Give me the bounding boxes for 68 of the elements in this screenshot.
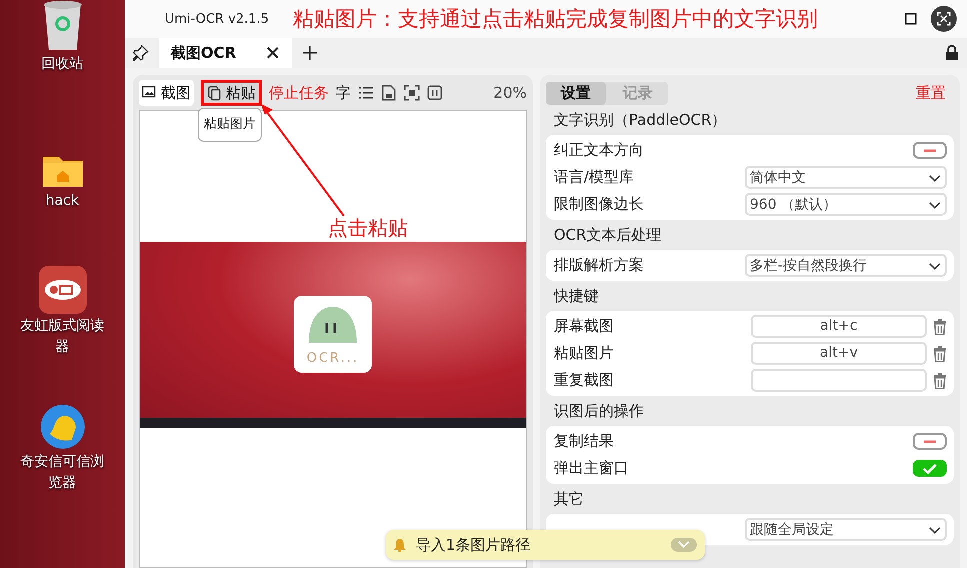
- setting-label: 屏幕截图: [554, 317, 614, 336]
- setting-label: 限制图像边长: [554, 195, 644, 214]
- toggle-switch[interactable]: [913, 142, 947, 159]
- hotkey-field[interactable]: [751, 369, 927, 392]
- section-heading: 快捷键: [552, 286, 600, 307]
- setting-label: 纠正文本方向: [554, 141, 644, 160]
- panel-icon[interactable]: [427, 85, 443, 101]
- toggle-switch[interactable]: [913, 460, 947, 477]
- section-heading: OCR文本后处理: [553, 225, 663, 246]
- clipboard-icon: [207, 85, 223, 101]
- setting-label: 复制结果: [554, 432, 614, 451]
- check-icon: [923, 464, 937, 474]
- section-heading: 其它: [553, 489, 585, 510]
- reader-app-icon[interactable]: [38, 266, 86, 314]
- hotkey-field[interactable]: alt+v: [751, 342, 927, 365]
- list-icon[interactable]: [358, 85, 374, 101]
- dropdown[interactable]: 多栏-按自然段换行: [745, 254, 947, 277]
- stop-task-button[interactable]: 停止任务: [269, 84, 329, 102]
- hotkey-field[interactable]: alt+c: [751, 315, 927, 338]
- setting-label: 弹出主窗口: [554, 459, 629, 478]
- file-icon[interactable]: [381, 85, 397, 101]
- dropdown[interactable]: 简体中文: [745, 166, 947, 189]
- chevron-icon: [928, 200, 942, 210]
- desktop-icon-label[interactable]: hack: [46, 191, 80, 212]
- settings-tab[interactable]: 设置: [546, 82, 606, 104]
- annotation-text: 点击粘贴: [328, 215, 408, 242]
- document-tab[interactable]: 截图OCR: [159, 38, 292, 68]
- minus-icon: [924, 148, 936, 152]
- dropdown[interactable]: 跟随全局设定: [745, 518, 947, 541]
- section-heading: 识图后的操作: [553, 401, 645, 422]
- trash-icon[interactable]: [933, 346, 947, 362]
- collapse-toggle-icon[interactable]: [671, 538, 697, 552]
- chevron-icon: [928, 172, 942, 182]
- loading-status: OCR...: [306, 351, 360, 366]
- add-tab-icon[interactable]: [302, 45, 318, 61]
- paste-button[interactable]: 粘贴: [201, 80, 262, 106]
- zoom-level: 20%: [494, 84, 527, 102]
- setting-label: 重复截图: [554, 371, 614, 390]
- pin-icon[interactable]: [133, 45, 149, 61]
- tab-label[interactable]: 截图OCR: [171, 44, 236, 62]
- setting-label: 语言/模型库: [554, 168, 634, 187]
- chevron-icon: [928, 260, 942, 270]
- lock-icon[interactable]: [945, 45, 959, 61]
- chevron-icon: [928, 524, 942, 534]
- frame-icon[interactable]: [931, 6, 957, 32]
- frame-icon[interactable]: [404, 85, 420, 101]
- bell-icon: [394, 538, 406, 552]
- notification-text: 导入1条图片路径: [416, 536, 531, 554]
- dropdown[interactable]: 960 （默认）: [745, 193, 947, 216]
- desktop-icon-label[interactable]: 奇安信可信浏览器: [20, 452, 106, 494]
- browser-app-icon[interactable]: [40, 404, 86, 450]
- desktop-icon-label[interactable]: 回收站: [42, 54, 84, 75]
- section-heading: 文字识别（PaddleOCR）: [553, 110, 728, 131]
- screenshot-button[interactable]: 截图: [139, 80, 194, 106]
- trash-icon[interactable]: [933, 372, 947, 388]
- text-button[interactable]: 字: [336, 84, 351, 102]
- tooltip: 粘贴图片: [198, 108, 262, 142]
- setting-label: 粘贴图片: [554, 344, 614, 363]
- setting-label: 排版解析方案: [554, 256, 644, 275]
- window-title: Umi-OCR v2.1.5: [165, 12, 270, 26]
- toggle-switch[interactable]: [913, 433, 947, 450]
- trash-icon[interactable]: [933, 318, 947, 334]
- minus-icon: [924, 440, 936, 444]
- close-icon[interactable]: [266, 46, 280, 60]
- square-icon[interactable]: [905, 13, 917, 25]
- desktop-icon-label[interactable]: 友虹版式阅读器: [20, 316, 106, 358]
- reset-button[interactable]: 重置: [908, 84, 954, 102]
- annotation-headline: 粘贴图片：支持通过点击粘贴完成复制图片中的文字识别: [293, 6, 818, 33]
